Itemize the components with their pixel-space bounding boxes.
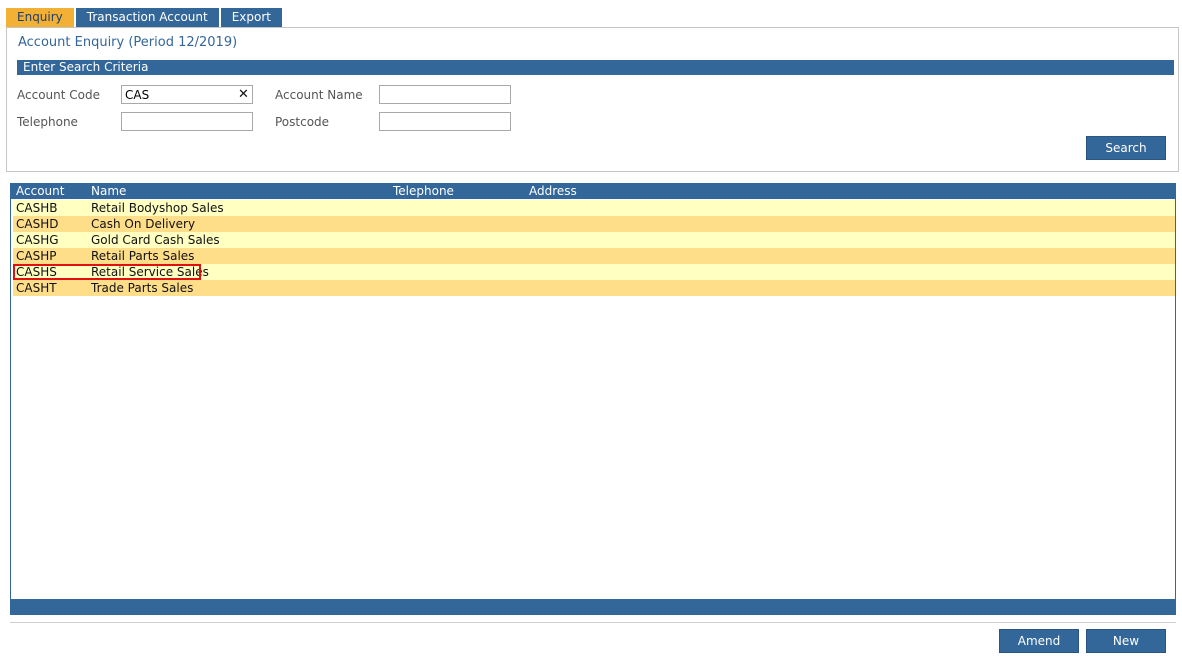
amend-button[interactable]: Amend (999, 629, 1079, 653)
tab-export[interactable]: Export (220, 8, 282, 27)
account-name-input[interactable] (379, 85, 511, 104)
postcode-label: Postcode (275, 115, 330, 129)
search-panel: Account Enquiry (Period 12/2019) Enter S… (6, 27, 1179, 172)
cell-name: Trade Parts Sales (91, 281, 194, 295)
cell-account: CASHG (16, 233, 59, 247)
cell-name: Gold Card Cash Sales (91, 233, 220, 247)
column-header-name[interactable]: Name (91, 184, 126, 199)
cell-account: CASHT (16, 281, 57, 295)
account-code-input[interactable] (121, 85, 253, 104)
table-row[interactable]: CASHG Gold Card Cash Sales (13, 232, 1175, 248)
table-row-selected[interactable]: CASHS Retail Service Sales (13, 264, 1175, 280)
cell-account: CASHB (16, 201, 58, 215)
criteria-header: Enter Search Criteria (17, 60, 1174, 75)
table-row[interactable]: CASHB Retail Bodyshop Sales (13, 200, 1175, 216)
cell-name: Retail Bodyshop Sales (91, 201, 224, 215)
cell-name: Retail Parts Sales (91, 249, 195, 263)
postcode-input[interactable] (379, 112, 511, 131)
column-header-address[interactable]: Address (529, 184, 577, 199)
table-row[interactable]: CASHD Cash On Delivery (13, 216, 1175, 232)
tab-enquiry[interactable]: Enquiry (6, 8, 74, 27)
search-button[interactable]: Search (1086, 136, 1166, 160)
table-footer (11, 599, 1175, 614)
results-table: Account Name Telephone Address CASHB Ret… (10, 183, 1176, 615)
table-row[interactable]: CASHP Retail Parts Sales (13, 248, 1175, 264)
clear-icon[interactable]: ✕ (238, 88, 249, 102)
telephone-label: Telephone (17, 115, 78, 129)
tab-bar: Enquiry Transaction Account Export (6, 8, 284, 27)
selection-highlight (13, 264, 201, 280)
page-title: Account Enquiry (Period 12/2019) (18, 35, 238, 50)
cell-account: CASHP (16, 249, 57, 263)
column-header-account[interactable]: Account (16, 184, 64, 199)
account-name-label: Account Name (275, 88, 363, 102)
cell-account: CASHD (16, 217, 59, 231)
divider (10, 622, 1176, 623)
telephone-input[interactable] (121, 112, 253, 131)
column-header-telephone[interactable]: Telephone (393, 184, 454, 199)
table-header: Account Name Telephone Address (11, 184, 1175, 199)
table-row[interactable]: CASHT Trade Parts Sales (13, 280, 1175, 296)
cell-name: Cash On Delivery (91, 217, 196, 231)
new-button[interactable]: New (1086, 629, 1166, 653)
account-code-label: Account Code (17, 88, 100, 102)
tab-transaction-account[interactable]: Transaction Account (75, 8, 219, 27)
